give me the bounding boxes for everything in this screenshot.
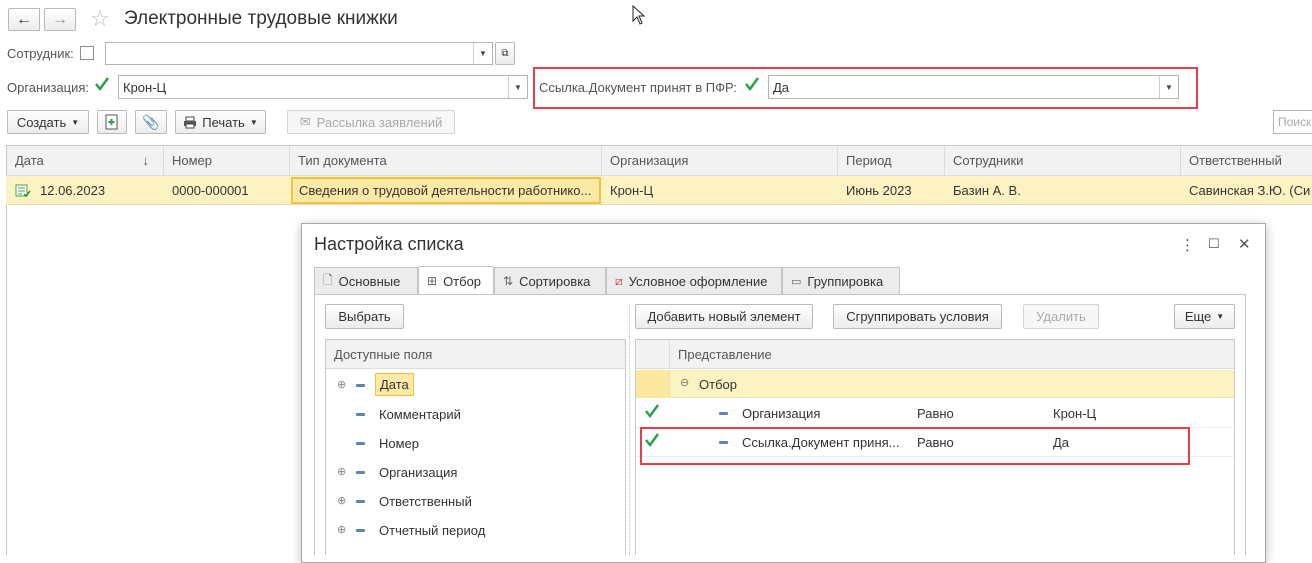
- highlight-box-filter: [533, 67, 1198, 109]
- print-button[interactable]: Печать ▼: [175, 110, 266, 134]
- group-conditions-button[interactable]: Сгруппировать условия: [833, 304, 1002, 329]
- document-posted-icon: [15, 184, 31, 198]
- sort-arrow-icon: ↓: [142, 153, 150, 168]
- conditional-format-icon: ⧄: [615, 273, 623, 288]
- add-document-icon: [105, 114, 118, 130]
- collapse-icon[interactable]: ⊖: [680, 376, 689, 389]
- highlight-box-condition: [640, 427, 1190, 465]
- organization-checkbox[interactable]: [93, 77, 110, 93]
- condition-operator: Равно: [917, 406, 954, 421]
- add-element-button[interactable]: Добавить новый элемент: [635, 304, 813, 329]
- close-icon[interactable]: ✕: [1238, 235, 1251, 253]
- cell-organization: Крон-Ц: [610, 182, 654, 198]
- employee-input[interactable]: ▼: [105, 42, 493, 65]
- condition-value: Крон-Ц: [1053, 406, 1097, 421]
- field-icon: [356, 529, 365, 532]
- expand-icon[interactable]: ⊕: [337, 523, 346, 536]
- chevron-down-icon[interactable]: ▼: [508, 76, 527, 98]
- cell-employees: Базин А. В.: [953, 182, 1021, 198]
- employee-label: Сотрудник:: [7, 46, 74, 61]
- open-button[interactable]: ⧉: [495, 42, 515, 65]
- field-icon: [356, 471, 365, 474]
- maximize-icon[interactable]: ☐: [1208, 236, 1220, 252]
- favorite-star-icon[interactable]: ☆: [90, 6, 110, 32]
- field-item-responsible[interactable]: Ответственный: [379, 494, 472, 509]
- tab-filter[interactable]: ⊞ Отбор: [418, 266, 494, 295]
- cell-responsible: Савинская З.Ю. (Си: [1189, 182, 1311, 198]
- tab-grouping[interactable]: ▭ Группировка: [782, 267, 900, 294]
- field-item-organization[interactable]: Организация: [379, 465, 457, 480]
- field-icon: [356, 500, 365, 503]
- chevron-down-icon[interactable]: ▼: [473, 43, 492, 64]
- field-item-comment[interactable]: Комментарий: [379, 407, 461, 422]
- chevron-down-icon: ▼: [71, 117, 80, 127]
- column-header-date[interactable]: Дата ↓: [7, 146, 164, 175]
- cell-doc-type: Сведения о трудовой деятельности работни…: [291, 177, 601, 204]
- field-icon: [356, 413, 365, 416]
- checkmark-icon: [645, 404, 660, 419]
- chevron-down-icon: ▼: [249, 117, 258, 127]
- arrow-right-icon: →: [52, 10, 68, 28]
- expand-icon[interactable]: ⊕: [337, 378, 346, 391]
- column-header-period[interactable]: Период: [838, 146, 945, 175]
- field-item-report-period[interactable]: Отчетный период: [379, 523, 485, 538]
- more-options-icon[interactable]: ⋮: [1180, 236, 1195, 254]
- cell-period: Июнь 2023: [846, 182, 912, 198]
- delete-button[interactable]: Удалить: [1023, 304, 1099, 329]
- checkmark-icon: [95, 77, 110, 92]
- field-icon: [356, 442, 365, 445]
- column-header-number[interactable]: Номер: [164, 146, 290, 175]
- sort-icon: ⇅: [503, 274, 514, 288]
- condition-group-checkcell: [636, 370, 670, 398]
- conditions-header-checkcol: [636, 340, 670, 369]
- tab-basic[interactable]: 🗋 Основные: [314, 267, 418, 294]
- more-button[interactable]: Еще ▼: [1174, 304, 1235, 329]
- grouping-icon: ▭: [791, 275, 802, 288]
- search-input[interactable]: Поиск: [1273, 110, 1312, 134]
- condition-group-label: Отбор: [699, 377, 737, 392]
- column-header-employees[interactable]: Сотрудники: [945, 146, 1181, 175]
- create-copy-button[interactable]: [97, 110, 127, 134]
- chevron-down-icon: ▼: [1216, 312, 1225, 321]
- printer-icon: [184, 116, 197, 128]
- organization-input[interactable]: Крон-Ц ▼: [118, 75, 528, 99]
- paperclip-icon: 📎: [142, 113, 160, 130]
- open-window-icon: ⧉: [501, 48, 509, 59]
- field-item-date[interactable]: Дата: [375, 373, 414, 396]
- envelope-icon: ✉: [299, 114, 311, 129]
- document-icon: 🗋: [323, 272, 333, 287]
- field-item-number[interactable]: Номер: [379, 436, 419, 451]
- dialog-title: Настройка списка: [314, 234, 464, 254]
- field-icon: [356, 384, 365, 387]
- page-title: Электронные трудовые книжки: [124, 8, 398, 29]
- condition-checkbox[interactable]: [644, 403, 660, 422]
- back-button[interactable]: ←: [8, 8, 40, 31]
- cell-date: 12.06.2023: [40, 182, 106, 198]
- condition-field: Организация: [742, 406, 821, 421]
- cell-number: 0000-000001: [172, 182, 249, 198]
- expand-icon[interactable]: ⊕: [337, 465, 346, 478]
- mailing-button[interactable]: ✉ Рассылка заявлений: [287, 110, 455, 134]
- tab-conditional-format[interactable]: ⧄ Условное оформление: [606, 267, 782, 294]
- forward-button[interactable]: →: [44, 8, 76, 31]
- create-button[interactable]: Создать ▼: [7, 110, 89, 134]
- tab-sorting[interactable]: ⇅ Сортировка: [494, 267, 606, 294]
- column-header-doc-type[interactable]: Тип документа: [290, 146, 602, 175]
- mouse-cursor-icon: [632, 5, 646, 25]
- conditions-header-label: Представление: [678, 347, 772, 362]
- available-fields-header: Доступные поля: [326, 340, 625, 369]
- expand-icon[interactable]: ⊕: [337, 494, 346, 507]
- column-header-organization[interactable]: Организация: [602, 146, 838, 175]
- attach-button[interactable]: 📎: [135, 110, 167, 134]
- select-button[interactable]: Выбрать: [325, 304, 404, 329]
- employee-checkbox[interactable]: [80, 46, 94, 60]
- filter-icon: ⊞: [427, 274, 438, 288]
- organization-label: Организация:: [7, 80, 90, 95]
- panel-splitter[interactable]: [629, 304, 630, 555]
- column-header-responsible[interactable]: Ответственный: [1181, 146, 1312, 175]
- arrow-left-icon: ←: [16, 10, 32, 28]
- field-icon: [719, 412, 728, 415]
